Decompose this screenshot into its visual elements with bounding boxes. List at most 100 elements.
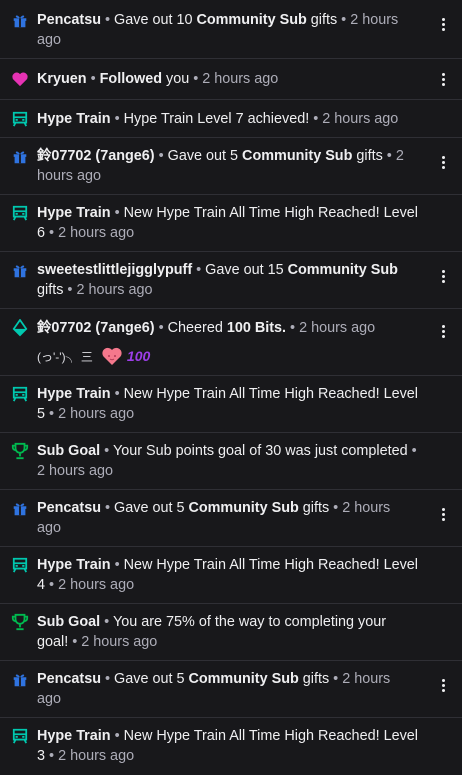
timestamp: 2 hours ago	[58, 406, 135, 422]
separator: •	[104, 614, 110, 630]
activity-text: 鈴07702 (7ange6) • Gave out 5 Community S…	[37, 146, 418, 186]
activity-row[interactable]: Hype Train • New Hype Train All Time Hig…	[0, 718, 462, 775]
event-username[interactable]: Sub Goal	[37, 614, 100, 630]
activity-text: Hype Train • New Hype Train All Time Hig…	[37, 384, 418, 424]
hype-train-icon	[10, 109, 30, 129]
activity-text: Hype Train • New Hype Train All Time Hig…	[37, 555, 418, 595]
separator: •	[158, 320, 164, 336]
event-message: Gave out 5	[114, 500, 189, 516]
activity-text: Sub Goal • You are 75% of the way to com…	[37, 612, 418, 652]
hype-train-icon	[10, 203, 30, 223]
activity-row[interactable]: Hype Train • New Hype Train All Time Hig…	[0, 195, 462, 252]
activity-row[interactable]: Hype Train • Hype Train Level 7 achieved…	[0, 100, 462, 138]
activity-row[interactable]: 鈴07702 (7ange6) • Gave out 5 Community S…	[0, 138, 462, 195]
event-message-suffix: gifts	[37, 282, 64, 298]
separator: •	[114, 205, 120, 221]
event-message-suffix: gifts	[306, 12, 338, 28]
more-options-icon[interactable]	[438, 152, 448, 172]
activity-feed: Pencatsu • Gave out 10 Community Sub gif…	[0, 0, 462, 775]
event-highlight: Followed	[99, 71, 162, 87]
separator: •	[290, 320, 296, 336]
activity-row[interactable]: Sub Goal • Your Sub points goal of 30 wa…	[0, 433, 462, 490]
event-message: Gave out 5	[167, 148, 243, 164]
separator: •	[158, 148, 164, 164]
event-username[interactable]: 鈴07702 (7ange6)	[37, 320, 155, 336]
timestamp: 2 hours ago	[76, 282, 153, 298]
event-username[interactable]: Pencatsu	[37, 671, 101, 687]
separator: •	[114, 557, 120, 573]
event-username[interactable]: Hype Train	[37, 728, 111, 744]
event-username[interactable]: Kryuen	[37, 71, 87, 87]
activity-row[interactable]: Hype Train • New Hype Train All Time Hig…	[0, 547, 462, 604]
gift-icon	[10, 669, 30, 689]
activity-row[interactable]: sweetestlittlejigglypuff • Gave out 15 C…	[0, 252, 462, 309]
separator: •	[196, 262, 202, 278]
separator: •	[333, 671, 339, 687]
event-username[interactable]: 鈴07702 (7ange6)	[37, 148, 155, 164]
activity-text: 鈴07702 (7ange6) • Cheered 100 Bits. • 2 …	[37, 318, 375, 338]
timestamp: 2 hours ago	[58, 225, 135, 241]
event-highlight: Community Sub	[196, 12, 307, 28]
cheer-icon	[10, 318, 30, 338]
cheer-amount: 100	[126, 348, 151, 364]
more-options-icon[interactable]	[438, 266, 448, 286]
activity-text: sweetestlittlejigglypuff • Gave out 15 C…	[37, 260, 418, 300]
event-highlight: Community Sub	[188, 671, 299, 687]
separator: •	[341, 12, 347, 28]
activity-text: Pencatsu • Gave out 10 Community Sub gif…	[37, 10, 418, 50]
event-username[interactable]: Pencatsu	[37, 12, 101, 28]
hype-train-icon	[10, 726, 30, 746]
timestamp: 2 hours ago	[202, 71, 279, 87]
more-options-icon[interactable]	[438, 321, 448, 341]
event-highlight: Community Sub	[188, 500, 299, 516]
trophy-icon	[10, 441, 30, 461]
timestamp: 2 hours ago	[58, 748, 135, 764]
cheer-heart-emote-icon	[102, 347, 122, 365]
more-options-icon[interactable]	[438, 69, 448, 89]
event-message-suffix: gifts	[352, 148, 383, 164]
activity-row[interactable]: Sub Goal • You are 75% of the way to com…	[0, 604, 462, 661]
separator: •	[105, 671, 111, 687]
activity-row[interactable]: Pencatsu • Gave out 5 Community Sub gift…	[0, 661, 462, 718]
event-username[interactable]: Hype Train	[37, 205, 111, 221]
separator: •	[49, 748, 55, 764]
separator: •	[114, 111, 120, 127]
cheer-text: (っ'-')╮ 三	[37, 349, 93, 364]
separator: •	[411, 443, 417, 459]
event-highlight: Community Sub	[242, 148, 353, 164]
activity-row[interactable]: 鈴07702 (7ange6) • Cheered 100 Bits. • 2 …	[0, 309, 462, 376]
event-message: Cheered	[167, 320, 227, 336]
separator: •	[49, 225, 55, 241]
hype-train-icon	[10, 555, 30, 575]
trophy-icon	[10, 612, 30, 632]
event-username[interactable]: Hype Train	[37, 557, 111, 573]
separator: •	[114, 386, 120, 402]
hype-train-icon	[10, 384, 30, 404]
event-username[interactable]: Sub Goal	[37, 443, 100, 459]
more-options-icon[interactable]	[438, 675, 448, 695]
timestamp: 2 hours ago	[58, 577, 135, 593]
activity-row[interactable]: Pencatsu • Gave out 10 Community Sub gif…	[0, 0, 462, 59]
activity-row[interactable]: Hype Train • New Hype Train All Time Hig…	[0, 376, 462, 433]
separator: •	[49, 406, 55, 422]
separator: •	[386, 148, 392, 164]
separator: •	[105, 12, 111, 28]
more-options-icon[interactable]	[438, 14, 448, 34]
timestamp: 2 hours ago	[81, 634, 158, 650]
event-highlight: 100 Bits.	[226, 320, 287, 336]
event-username[interactable]: Pencatsu	[37, 500, 101, 516]
more-options-icon[interactable]	[438, 504, 448, 524]
activity-row[interactable]: Kryuen • Followed you • 2 hours ago	[0, 59, 462, 100]
event-username[interactable]: sweetestlittlejigglypuff	[37, 262, 192, 278]
event-highlight: Community Sub	[287, 262, 398, 278]
activity-text: Kryuen • Followed you • 2 hours ago	[37, 69, 278, 89]
event-username[interactable]: Hype Train	[37, 111, 111, 127]
activity-row[interactable]: Pencatsu • Gave out 5 Community Sub gift…	[0, 490, 462, 547]
cheer-message: (っ'-')╮ 三 100	[37, 346, 375, 366]
activity-text: Sub Goal • Your Sub points goal of 30 wa…	[37, 441, 418, 481]
event-username[interactable]: Hype Train	[37, 386, 111, 402]
gift-icon	[10, 10, 30, 30]
gift-icon	[10, 146, 30, 166]
activity-text: Hype Train • New Hype Train All Time Hig…	[37, 726, 418, 766]
event-message-suffix: gifts	[298, 500, 330, 516]
